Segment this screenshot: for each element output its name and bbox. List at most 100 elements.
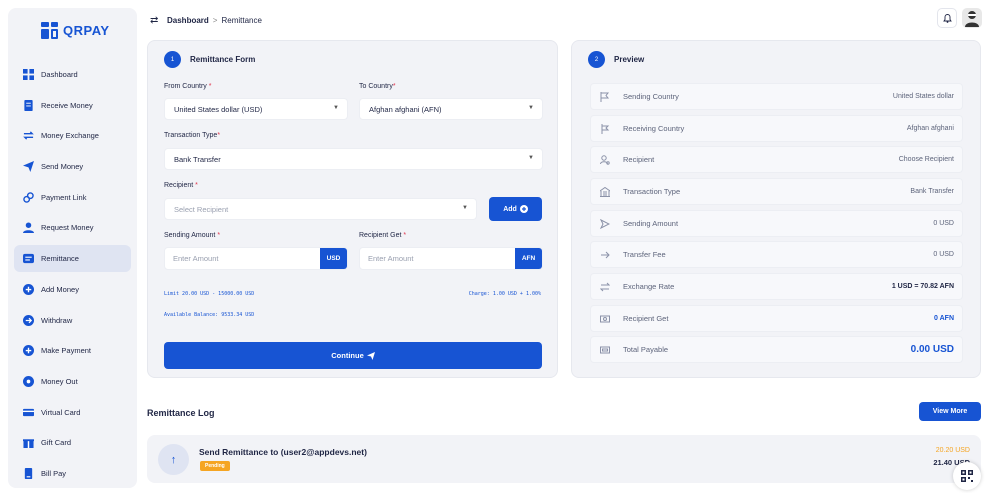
breadcrumb-separator: > [212,15,218,25]
sidebar-item-label: Payment Link [41,192,87,202]
menu-toggle-icon[interactable]: ⇄ [150,15,162,26]
recipient-placeholder: Select Recipient [174,204,229,214]
to-country-label: To Country* [359,83,396,90]
continue-button[interactable]: Continue [164,342,542,369]
preview-label: Recipient Get [623,314,669,323]
sidebar-item-money-exchange[interactable]: Money Exchange [14,122,131,149]
preview-value: Choose Recipient [898,156,954,163]
sending-amount-input[interactable]: Enter Amount USD [164,247,348,270]
sidebar-item-label: Send Money [41,162,84,172]
sidebar-item-request-money[interactable]: Request Money [14,214,131,241]
step-badge: 1 [164,51,181,68]
to-country-select[interactable]: Afghan afghani (AFN) ▼ [359,98,543,120]
remittance-icon [23,253,34,264]
sidebar-item-payment-link[interactable]: Payment Link [14,184,131,211]
add-button-label: Add [503,205,517,213]
add-recipient-button[interactable]: Add [489,197,542,221]
view-more-button[interactable]: View More [919,402,981,421]
to-country-value: Afghan afghani (AFN) [369,104,442,114]
sidebar-item-remittance[interactable]: Remittance [14,245,131,273]
bank-icon [599,186,610,197]
sidebar-item-label: Request Money [41,223,94,233]
exchange-icon [23,130,34,141]
sidebar-item-label: Remittance [41,254,79,264]
user-request-icon [23,222,34,234]
user-avatar-icon [965,11,979,27]
recipient-get-input[interactable]: Enter Amount AFN [359,247,543,270]
brand-name: QRPAY [63,22,110,38]
cash-icon [599,313,610,324]
flag-return-icon [599,123,610,134]
user-search-icon [599,154,610,165]
preview-row-sending-country: Sending Country United States dollar [590,83,963,110]
bill-icon [23,467,34,479]
sidebar-item-dashboard[interactable]: Dashboard [14,61,131,88]
sidebar-item-label: Receive Money [41,100,93,110]
form-title: Remittance Form [190,55,256,64]
sidebar-item-label: Gift Card [41,438,72,448]
sidebar-item-label: Money Exchange [41,131,99,141]
status-badge: Pending [200,461,230,471]
preview-value: 0.00 USD [910,344,954,355]
preview-label: Total Payable [623,345,669,354]
preview-header: 2 Preview [588,51,644,68]
breadcrumb-current: Remittance [221,15,262,25]
breadcrumb-parent[interactable]: Dashboard [167,16,209,25]
sidebar-item-virtual-card[interactable]: Virtual Card [14,399,131,426]
sidebar-item-money-out[interactable]: Money Out [14,368,131,395]
recipient-select[interactable]: Select Recipient ▼ [164,198,477,220]
avatar[interactable] [962,8,982,28]
sidebar-item-receive-money[interactable]: Receive Money [14,92,131,119]
sending-amount-label: Sending Amount * [164,232,221,239]
plus-circle-icon [23,283,34,295]
sidebar-item-bill-pay[interactable]: Bill Pay [14,460,131,487]
log-item-title: Send Remittance to (user2@appdevs.net) [199,447,367,457]
transaction-type-select[interactable]: Bank Transfer ▼ [164,148,543,170]
recipient-get-placeholder: Enter Amount [368,254,414,263]
send-icon [366,351,375,360]
sidebar: QRPAY Dashboard Receive Money Money Exch… [8,8,137,488]
chevron-down-icon: ▼ [462,205,468,211]
transaction-type-label: Transaction Type* [164,132,221,139]
receipt-icon [23,99,34,111]
sending-amount-placeholder: Enter Amount [173,254,219,263]
preview-value: 0 AFN [934,315,954,322]
brand-logo[interactable]: QRPAY [41,17,110,43]
sidebar-item-send-money[interactable]: Send Money [14,153,131,180]
preview-row-sending-amount: Sending Amount 0 USD [590,210,963,237]
list-item[interactable]: ↑ Send Remittance to (user2@appdevs.net)… [147,435,981,483]
preview-row-exchange-rate: Exchange Rate 1 USD = 70.82 AFN [590,273,963,300]
from-country-select[interactable]: United States dollar (USD) ▼ [164,98,348,120]
flag-icon [599,91,610,102]
sidebar-item-withdraw[interactable]: Withdraw [14,307,131,334]
preview-value: Bank Transfer [910,188,954,195]
bell-icon [942,14,952,23]
sidebar-item-make-payment[interactable]: Make Payment [14,337,131,364]
preview-row-transaction-type: Transaction Type Bank Transfer [590,178,963,205]
arrow-circle-icon [23,314,34,326]
preview-label: Transfer Fee [623,250,666,259]
qr-scan-button[interactable] [953,462,981,490]
sending-currency-badge: USD [320,248,347,269]
preview-row-total-payable: Total Payable 0.00 USD [590,336,963,363]
log-item-amount: 20.20 USD [935,447,970,454]
transaction-type-value: Bank Transfer [174,154,221,164]
sidebar-item-add-money[interactable]: Add Money [14,276,131,303]
continue-label: Continue [331,351,364,360]
sidebar-item-label: Make Payment [41,346,92,356]
card-icon [23,407,34,418]
plus-circle-icon [519,205,528,213]
notification-button[interactable] [937,8,957,28]
preview-panel: 2 Preview Sending Country United States … [571,40,981,378]
step-badge: 2 [588,51,605,68]
preview-label: Recipient [623,155,655,164]
sidebar-item-gift-card[interactable]: Gift Card [14,429,131,456]
send-outline-icon [599,218,610,229]
gift-icon [23,437,34,449]
recipient-label: Recipient * [164,182,198,189]
preview-value: Afghan afghani [906,125,954,132]
sidebar-item-label: Virtual Card [41,407,81,417]
preview-value: 1 USD = 70.82 AFN [891,283,954,290]
sidebar-nav: Dashboard Receive Money Money Exchange S… [14,61,131,491]
preview-value: United States dollar [892,93,954,100]
